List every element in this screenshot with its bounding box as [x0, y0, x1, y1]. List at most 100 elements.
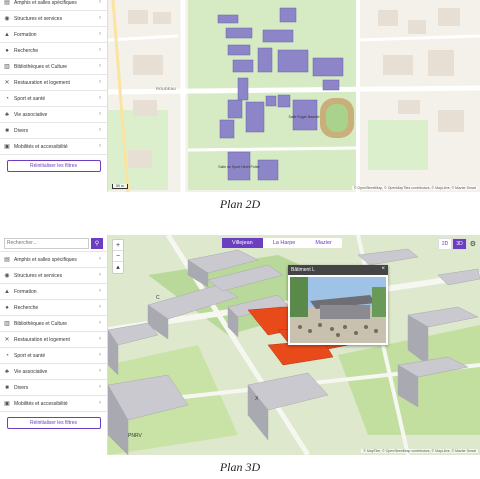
filter-item[interactable]: ■ Divers ›	[0, 380, 107, 396]
lecture-hall-icon: ▤	[4, 0, 10, 6]
map-2d[interactable]: Salle Roger Nassiet Salle de Sport Henri…	[108, 0, 480, 192]
zoom-out-button[interactable]: −	[113, 251, 123, 262]
building-popup: Bâtiment L ×	[288, 265, 388, 345]
gear-icon[interactable]: ⚙	[470, 240, 476, 248]
caption-plan-2d: Plan 2D	[219, 197, 261, 211]
filter-item[interactable]: ♣ Vie associative ›	[0, 107, 107, 123]
chevron-right-icon: ›	[99, 143, 101, 149]
filter-label: Amphis et salles spécifiques	[14, 256, 77, 263]
lightbulb-icon: ●	[5, 47, 9, 54]
filter-item[interactable]: ♣ Vie associative ›	[0, 364, 107, 380]
graduation-cap-icon: ▲	[4, 288, 10, 295]
sport-icon: ◔	[5, 352, 9, 359]
scale-bar: 50 m	[112, 184, 128, 189]
search-icon[interactable]: ⚲	[91, 237, 103, 249]
map-label-pnrv: PNRV	[128, 433, 142, 439]
view-toggle: 2D 3D ⚙	[437, 238, 476, 250]
search-bar: ⚲	[0, 235, 107, 252]
filter-item[interactable]: ▲ Formation ›	[0, 27, 107, 43]
view-3d-button[interactable]: 3D	[452, 238, 467, 250]
filter-label: Restauration et logement	[14, 336, 70, 343]
bus-icon: ▣	[4, 400, 10, 407]
zoom-in-button[interactable]: +	[113, 240, 123, 251]
plan-2d-panel: ▤ Amphis et salles spécifiques › ◉ Structure…	[0, 0, 480, 192]
filter-item[interactable]: ▥ Bibliothèques et Culture ›	[0, 59, 107, 75]
filter-item[interactable]: ● Recherche ›	[0, 300, 107, 316]
chevron-right-icon: ›	[99, 111, 101, 117]
filter-item[interactable]: ● Recherche ›	[0, 43, 107, 59]
filter-label: Restauration et logement	[14, 79, 70, 86]
chevron-right-icon: ›	[99, 320, 101, 326]
map-label-street: ROUDEAU	[156, 86, 176, 91]
chevron-right-icon: ›	[99, 256, 101, 262]
filter-item[interactable]: ◉ Structures et services ›	[0, 268, 107, 284]
filter-list: ▤ Amphis et salles spécifiques › ◉ Structure…	[0, 252, 107, 412]
search-input[interactable]	[4, 237, 89, 249]
filter-item[interactable]: ◔ Sport et santé ›	[0, 91, 107, 107]
filter-item[interactable]: ▥ Bibliothèques et Culture ›	[0, 316, 107, 332]
reset-filters-button[interactable]: Réinitialiser les filtres	[6, 417, 101, 429]
chevron-right-icon: ›	[99, 127, 101, 133]
filter-label: Bibliothèques et Culture	[14, 320, 68, 327]
filter-label: Mobilités et accessibilité	[14, 400, 68, 407]
filter-label: Mobilités et accessibilité	[14, 143, 68, 150]
map-label-building-a: Salle Roger Nassiet	[289, 115, 320, 119]
filter-item[interactable]: ◔ Sport et santé ›	[0, 348, 107, 364]
filter-label: Recherche	[14, 304, 39, 311]
filter-item[interactable]: ■ Divers ›	[0, 123, 107, 139]
filter-item[interactable]: ▣ Mobilités et accessibilité ›	[0, 139, 107, 155]
filter-label: Vie associative	[14, 368, 48, 375]
compass-icon[interactable]: ▴	[113, 262, 123, 273]
chevron-right-icon: ›	[99, 47, 101, 53]
chevron-right-icon: ›	[99, 400, 101, 406]
map-label-building-b: Salle de Sport Henri Potier	[218, 165, 260, 169]
tab-villejean[interactable]: Villejean	[222, 238, 263, 248]
chevron-right-icon: ›	[99, 31, 101, 37]
filter-item[interactable]: ▲ Formation ›	[0, 284, 107, 300]
map-attribution: © MapTiler, © OpenStreetMap contributors…	[361, 449, 478, 453]
lecture-hall-icon: ▤	[4, 256, 10, 263]
books-icon: ▥	[4, 320, 10, 327]
filter-item[interactable]: ▣ Mobilités et accessibilité ›	[0, 396, 107, 412]
chevron-right-icon: ›	[99, 15, 101, 21]
chevron-right-icon: ›	[99, 304, 101, 310]
plan-3d-panel: ⚲ ▤ Amphis et salles spécifiques › ◉ Structu…	[0, 235, 480, 455]
chevron-right-icon: ›	[99, 288, 101, 294]
briefcase-icon: ■	[5, 384, 9, 391]
map-3d[interactable]: PNRV C X + − ▴ Villejean La Harpe Mazier…	[108, 235, 480, 455]
filter-item[interactable]: ✕ Restauration et logement ›	[0, 75, 107, 91]
filter-label: Divers	[14, 384, 29, 391]
filter-label: Amphis et salles spécifiques	[14, 0, 77, 6]
bus-icon: ▣	[4, 143, 10, 150]
map-label-bat-c: C	[156, 295, 160, 301]
filter-label: Sport et santé	[14, 352, 46, 359]
chevron-right-icon: ›	[99, 0, 101, 5]
caption-plan-3d: Plan 3D	[219, 460, 261, 474]
chevron-right-icon: ›	[99, 79, 101, 85]
building-photo	[290, 277, 386, 343]
filter-label: Divers	[14, 127, 29, 134]
tab-mazier[interactable]: Mazier	[305, 238, 342, 248]
tab-la-harpe[interactable]: La Harpe	[263, 238, 306, 248]
filter-item[interactable]: ▤ Amphis et salles spécifiques ›	[0, 0, 107, 11]
graduation-cap-icon: ▲	[4, 31, 10, 38]
filter-item[interactable]: ◉ Structures et services ›	[0, 11, 107, 27]
close-icon[interactable]: ×	[381, 266, 385, 272]
popup-title: Bâtiment L	[288, 265, 388, 275]
reset-filters-button[interactable]: Réinitialiser les filtres	[6, 160, 101, 172]
sport-icon: ◔	[5, 95, 9, 102]
map-2d-canvas[interactable]: Salle Roger Nassiet Salle de Sport Henri…	[108, 0, 480, 192]
structures-icon: ◉	[4, 15, 10, 22]
filter-label: Structures et services	[14, 15, 63, 22]
briefcase-icon: ■	[5, 127, 9, 134]
view-2d-button[interactable]: 2D	[437, 238, 453, 250]
fork-knife-icon: ✕	[4, 336, 10, 343]
filter-item[interactable]: ✕ Restauration et logement ›	[0, 332, 107, 348]
chevron-right-icon: ›	[99, 384, 101, 390]
chevron-right-icon: ›	[99, 368, 101, 374]
filter-label: Recherche	[14, 47, 39, 54]
filter-label: Formation	[14, 288, 37, 295]
filter-label: Bibliothèques et Culture	[14, 63, 68, 70]
filter-item[interactable]: ▤ Amphis et salles spécifiques ›	[0, 252, 107, 268]
structures-icon: ◉	[4, 272, 10, 279]
